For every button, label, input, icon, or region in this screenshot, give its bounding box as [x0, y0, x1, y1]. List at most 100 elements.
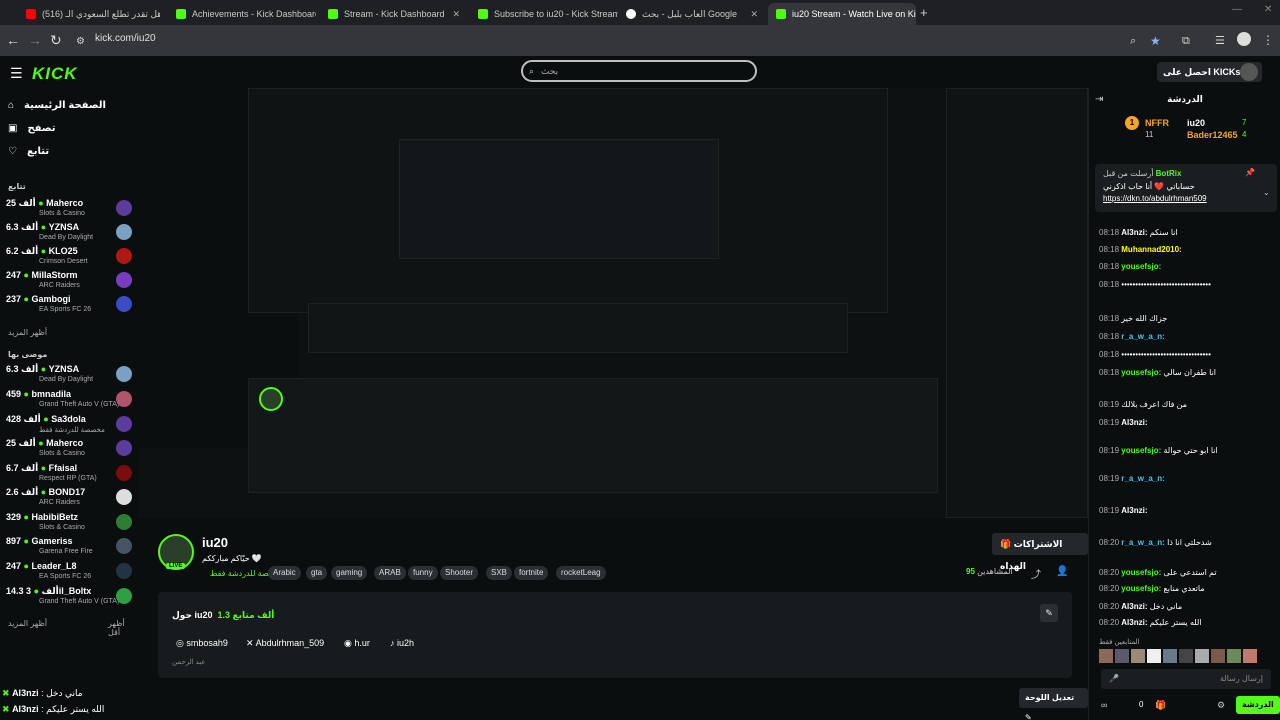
chevron-down-icon[interactable]: ⌄ [1263, 188, 1270, 197]
chat-message[interactable]: 08:18 •••••••••••••••••••••••••••••••• [1099, 280, 1277, 289]
browser-tab-subscribe[interactable]: Subscribe to iu20 - Kick Stream… ✕ [470, 3, 618, 25]
chat-message[interactable]: 08:18 r_a_w_a_n: [1099, 332, 1277, 341]
browser-tab-active[interactable]: iu20 Stream - Watch Live on Kick ✕ [768, 3, 916, 25]
profile-avatar[interactable] [1237, 32, 1251, 46]
more-icon[interactable]: ⋮ [1262, 32, 1274, 48]
channel-item[interactable]: 14.3 ألف ● 3il_Boltx Grand Theft Auto V … [6, 586, 134, 610]
channel-item[interactable]: 329 ● HabibiBetz Slots & Casino [6, 512, 134, 536]
window-close-icon[interactable]: ✕ [1264, 4, 1272, 15]
chat-message[interactable]: 08:18 yousefsjo: انا طفران سالي [1099, 368, 1277, 377]
site-info-icon[interactable]: ⚙ [76, 34, 85, 50]
forward-icon[interactable]: → [28, 32, 42, 48]
chat-username[interactable]: Muhannad2010: [1121, 245, 1181, 254]
browser-tab-youtube[interactable]: (516) هل تقدر تطلع السعودي الـ… ✕ [18, 3, 160, 25]
tag[interactable]: Shooter [440, 566, 479, 580]
chat-message[interactable]: 08:19 من فاك اعرف بلالك [1099, 400, 1277, 409]
chat-username[interactable]: yousefsjo: [1121, 368, 1161, 377]
new-tab-button[interactable]: + [920, 5, 928, 20]
chat-username[interactable]: Al3nzi: [1121, 506, 1147, 515]
channel-item[interactable]: 25 ألف ● Maherco Slots & Casino [6, 438, 134, 462]
chat-message[interactable]: 08:19 Al3nzi: [1099, 506, 1277, 515]
gift-subscriptions-button[interactable]: 🎁 الاشتراكات الهداه [992, 533, 1088, 571]
chat-message[interactable]: 08:18 Al3nzi: انا سنكم [1099, 228, 1277, 237]
chat-username[interactable]: yousefsjo: [1121, 262, 1161, 271]
chat-username[interactable]: Al3nzi: [1121, 228, 1147, 237]
chat-username[interactable]: yousefsjo: [1121, 568, 1161, 577]
search-input[interactable]: ⌕ بحث [521, 60, 757, 82]
chat-username[interactable]: Al3nzi: [1121, 618, 1147, 627]
channel-item[interactable]: 897 ● Gameriss Garena Free Fire [6, 536, 134, 560]
chat-message[interactable]: 08:18 yousefsjo: [1099, 262, 1277, 271]
hamburger-menu-icon[interactable]: ☰ [10, 65, 23, 82]
nav-browse[interactable]: ▣ تصفح [8, 123, 55, 134]
channel-item[interactable]: 6.3 ألف ● YZNSA Dead By Daylight [6, 364, 134, 388]
chat-message[interactable]: 08:19 r_a_w_a_n: [1099, 474, 1277, 483]
show-more-link[interactable]: أظهر المزيد [8, 328, 47, 337]
tag[interactable]: fortnite [514, 566, 549, 580]
chat-username[interactable]: Al3nzi: [1121, 418, 1147, 427]
channel-item[interactable]: 6.3 ألف ● YZNSA Dead By Daylight [6, 222, 134, 246]
nav-following[interactable]: ♡ تتابع [8, 146, 49, 157]
chat-username[interactable]: yousefsjo: [1121, 584, 1161, 593]
chat-message[interactable]: 08:18 Muhannad2010: [1099, 245, 1277, 254]
tag[interactable]: SXB [486, 566, 513, 580]
social-x[interactable]: ✕ Abdulrhman_509 [246, 638, 324, 649]
channel-item[interactable]: 428 ألف ● Sa3dola مخصصة للدردشة فقط [6, 414, 134, 438]
gift-icon[interactable]: 🎁 [1155, 700, 1166, 711]
close-icon[interactable]: ✕ [750, 9, 758, 20]
reload-icon[interactable]: ↻ [50, 32, 62, 48]
channel-name[interactable]: iu20 [202, 535, 228, 550]
share-icon[interactable]: ⤴ [1031, 566, 1041, 581]
tag[interactable]: funny [408, 566, 438, 580]
browser-tab-achievements[interactable]: Achievements - Kick Dashboard ✕ [168, 3, 316, 25]
zoom-icon[interactable]: ⌕ [1130, 33, 1136, 49]
chat-message[interactable]: 08:20 yousefsjo: تم استدعي على [1099, 568, 1277, 577]
show-less-link[interactable]: أظهر أقل [108, 619, 138, 637]
chat-message[interactable]: 08:19 yousefsjo: انا ابو حتي حوالة [1099, 446, 1277, 455]
chat-username[interactable]: r_a_w_a_n: [1121, 538, 1165, 547]
chat-message[interactable]: 08:20 Al3nzi: الله يستر عليكم [1099, 618, 1277, 627]
chat-input[interactable]: 🎤 إرسال رسالة [1101, 669, 1271, 689]
social-discord[interactable]: ◉ h.ur [344, 638, 370, 649]
channel-item[interactable]: 247 ● Leader_L8 EA Sports FC 26 [6, 561, 134, 585]
chat-message[interactable]: 08:18 •••••••••••••••••••••••••••••••• [1099, 350, 1277, 359]
channel-item[interactable]: 2.6 ألف ● BOND17 ARC Raiders [6, 487, 134, 511]
chat-message[interactable]: 08:19 Al3nzi: [1099, 418, 1277, 427]
chat-username[interactable]: yousefsjo: [1121, 446, 1161, 455]
bookmark-star-icon[interactable]: ★ [1150, 33, 1161, 49]
chat-message[interactable]: 08:18 جزاك الله خير [1099, 314, 1277, 323]
pinned-link[interactable]: https://dkn.to/abdulrhman509 [1103, 194, 1207, 203]
pinned-message[interactable]: أرسلت من قبل BotRix 📌 حساباتي ❤️ أنا حاب… [1095, 164, 1277, 212]
nav-home[interactable]: ⌂ الصفحة الرئيسية [8, 100, 106, 111]
channel-item[interactable]: 237 ● Gambogi EA Sports FC 26 [6, 294, 134, 318]
user-avatar[interactable] [1240, 63, 1258, 81]
gear-icon[interactable]: ⚙ [1217, 700, 1225, 711]
microphone-icon[interactable]: 🎤 [1109, 674, 1119, 683]
url-field[interactable]: kick.com/iu20 [95, 33, 156, 44]
edit-pencil-icon[interactable]: ✎ [1040, 604, 1058, 622]
close-icon[interactable]: ✕ [452, 9, 460, 20]
pin-icon[interactable]: 📌 [1245, 168, 1255, 177]
social-instagram[interactable]: ◎ smbosah9 [176, 638, 228, 649]
channel-item[interactable]: 6.7 ألف ● Ffaisal Respect RP (GTA) [6, 463, 134, 487]
chat-send-button[interactable]: الدردشة [1236, 696, 1280, 714]
chat-username[interactable]: Al3nzi: [1121, 602, 1147, 611]
kick-logo[interactable]: KICK [32, 64, 78, 84]
chat-message[interactable]: 08:20 r_a_w_a_n: شدحلتي انا ذا [1099, 538, 1277, 547]
tag[interactable]: ARAB [374, 566, 406, 580]
extensions-icon[interactable]: ⧉ [1182, 33, 1190, 49]
menu-icon[interactable]: ☰ [1215, 33, 1225, 49]
video-player[interactable] [138, 88, 1088, 518]
tag[interactable]: Arabic [268, 566, 301, 580]
chat-username[interactable]: r_a_w_a_n: [1121, 332, 1165, 341]
minimize-icon[interactable]: — [1232, 4, 1242, 15]
channel-item[interactable]: 25 ألف ● Maherco Slots & Casino [6, 198, 134, 222]
channel-item[interactable]: 6.2 ألف ● KLO25 Crimson Desert [6, 246, 134, 270]
chat-username[interactable]: r_a_w_a_n: [1121, 474, 1165, 483]
tag[interactable]: gta [306, 566, 328, 580]
tag[interactable]: rocketLeag [556, 566, 606, 580]
channel-item[interactable]: 247 ● MillaStorm ARC Raiders [6, 270, 134, 294]
browser-tab-stream-dashboard[interactable]: Stream - Kick Dashboard ✕ [320, 3, 468, 25]
channel-item[interactable]: 459 ● bmnadila Grand Theft Auto V (GTA) [6, 389, 134, 413]
edit-panel-button[interactable]: تعديل اللوحة ✎ [1019, 688, 1088, 720]
